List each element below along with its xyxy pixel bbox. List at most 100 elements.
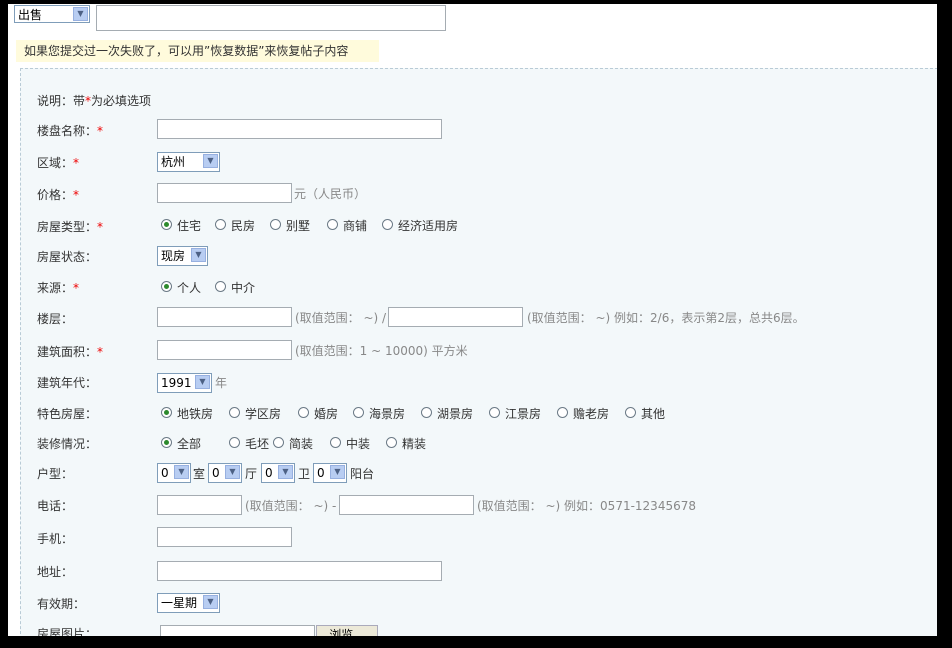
feature-radio-3[interactable] xyxy=(353,407,364,418)
chevron-down-icon: ▼ xyxy=(174,465,189,479)
feature-option-label: 其他 xyxy=(641,407,666,421)
phone-number-input[interactable] xyxy=(339,495,474,515)
bath-select[interactable]: 0 ▼ xyxy=(261,463,295,483)
phone-area-input[interactable] xyxy=(157,495,242,515)
restore-notice: 如果您提交过一次失败了，可以用”恢复数据”来恢复帖子内容 xyxy=(16,40,379,62)
year-unit: 年 xyxy=(215,376,228,390)
hall-select[interactable]: 0 ▼ xyxy=(208,463,242,483)
decoration-radio-1[interactable] xyxy=(229,437,240,448)
house_type-option-label: 商铺 xyxy=(343,219,368,233)
feature-radio-2[interactable] xyxy=(298,407,309,418)
feature-radio-7[interactable] xyxy=(625,407,636,418)
source-radio-0[interactable] xyxy=(161,281,172,292)
bath-unit: 卫 xyxy=(298,467,311,481)
browse-button[interactable]: 浏览... xyxy=(316,625,378,636)
house_type-radio-4[interactable] xyxy=(382,219,393,230)
form-intro: 说明：带*为必填选项 xyxy=(37,92,151,109)
chevron-down-icon: ▼ xyxy=(73,7,88,21)
source-label: 来源：* xyxy=(37,281,80,295)
total-floor-input[interactable] xyxy=(388,307,523,327)
feature-option-label: 婚房 xyxy=(314,407,339,421)
chevron-down-icon: ▼ xyxy=(195,375,210,389)
floor-range-hint: (取值范围： ~) / xyxy=(295,311,387,325)
feature-option-label: 学区房 xyxy=(245,407,282,421)
decoration-option-label: 全部 xyxy=(177,437,202,451)
floor-input[interactable] xyxy=(157,307,292,327)
feature-label: 特色房屋： xyxy=(37,407,98,421)
balcony-value: 0 xyxy=(317,466,325,480)
validity-select[interactable]: 一星期 ▼ xyxy=(157,593,220,613)
chevron-down-icon: ▼ xyxy=(330,465,345,479)
house_type-radio-1[interactable] xyxy=(215,219,226,230)
status-value: 现房 xyxy=(161,249,186,263)
address-label: 地址： xyxy=(37,565,74,579)
district-value: 杭州 xyxy=(161,155,186,169)
decoration-option-label: 中装 xyxy=(346,437,371,451)
house_type-option-label: 经济适用房 xyxy=(398,219,459,233)
project-name-label: 楼盘名称：* xyxy=(37,124,104,138)
balcony-select[interactable]: 0 ▼ xyxy=(313,463,347,483)
bath-value: 0 xyxy=(265,466,273,480)
house_type-option-label: 民房 xyxy=(231,219,256,233)
year-select[interactable]: 1991 ▼ xyxy=(157,373,212,393)
address-input[interactable] xyxy=(157,561,442,581)
listing-type-value: 出售 xyxy=(18,8,43,22)
feature-radio-0[interactable] xyxy=(161,407,172,418)
house_type-option-label: 别墅 xyxy=(286,219,311,233)
year-label: 建筑年代： xyxy=(37,376,98,390)
phone-area-hint: (取值范围： ~) - xyxy=(245,499,337,513)
layout-label: 户型： xyxy=(37,467,74,481)
district-label: 区域：* xyxy=(37,156,80,170)
form-window: 出售 ▼ 如果您提交过一次失败了，可以用”恢复数据”来恢复帖子内容 说明：带*为… xyxy=(8,4,937,636)
feature-radio-1[interactable] xyxy=(229,407,240,418)
feature-option-label: 海景房 xyxy=(369,407,406,421)
year-value: 1991 xyxy=(161,376,192,390)
project-name-input[interactable] xyxy=(157,119,442,139)
intro-prefix: 说明：带 xyxy=(37,94,86,108)
decoration-option-label: 简装 xyxy=(289,437,314,451)
price-input[interactable] xyxy=(157,183,292,203)
room-value: 0 xyxy=(161,466,169,480)
area-hint: (取值范围：1 ~ 10000) 平方米 xyxy=(295,344,468,358)
intro-suffix: 为必填选项 xyxy=(91,94,152,108)
feature-radio-5[interactable] xyxy=(489,407,500,418)
decoration-radio-0[interactable] xyxy=(161,437,172,448)
area-input[interactable] xyxy=(157,340,292,360)
validity-value: 一星期 xyxy=(161,596,198,610)
chevron-down-icon: ▼ xyxy=(203,595,218,609)
floor-label: 楼层： xyxy=(37,312,74,326)
status-select[interactable]: 现房 ▼ xyxy=(157,246,208,266)
decoration-radio-2[interactable] xyxy=(273,437,284,448)
balcony-unit: 阳台 xyxy=(350,467,375,481)
house_type-radio-3[interactable] xyxy=(327,219,338,230)
room-unit: 室 xyxy=(193,467,206,481)
source-option-label: 中介 xyxy=(231,281,256,295)
feature-radio-4[interactable] xyxy=(421,407,432,418)
feature-option-label: 地铁房 xyxy=(177,407,214,421)
decoration-radio-4[interactable] xyxy=(386,437,397,448)
mobile-label: 手机： xyxy=(37,532,74,546)
listing-type-select[interactable]: 出售 ▼ xyxy=(14,5,90,23)
photo-file-input[interactable] xyxy=(160,625,315,636)
feature-option-label: 赡老房 xyxy=(573,407,610,421)
chevron-down-icon: ▼ xyxy=(203,154,218,168)
house_type-radio-2[interactable] xyxy=(270,219,281,230)
room-select[interactable]: 0 ▼ xyxy=(157,463,191,483)
area-label: 建筑面积：* xyxy=(37,345,104,359)
chevron-down-icon: ▼ xyxy=(225,465,240,479)
feature-option-label: 江景房 xyxy=(505,407,542,421)
hall-value: 0 xyxy=(212,466,220,480)
title-input[interactable] xyxy=(96,5,446,31)
mobile-input[interactable] xyxy=(157,527,292,547)
phone-label: 电话： xyxy=(37,499,74,513)
decoration-option-label: 精装 xyxy=(402,437,427,451)
feature-option-label: 湖景房 xyxy=(437,407,474,421)
district-select[interactable]: 杭州 ▼ xyxy=(157,152,220,172)
decoration-label: 装修情况： xyxy=(37,437,98,451)
feature-radio-6[interactable] xyxy=(557,407,568,418)
total-floor-hint: (取值范围： ~) 例如：2/6，表示第2层，总共6层。 xyxy=(527,311,805,325)
decoration-radio-3[interactable] xyxy=(330,437,341,448)
source-radio-1[interactable] xyxy=(215,281,226,292)
house_type-radio-0[interactable] xyxy=(161,219,172,230)
status-label: 房屋状态： xyxy=(37,250,98,264)
